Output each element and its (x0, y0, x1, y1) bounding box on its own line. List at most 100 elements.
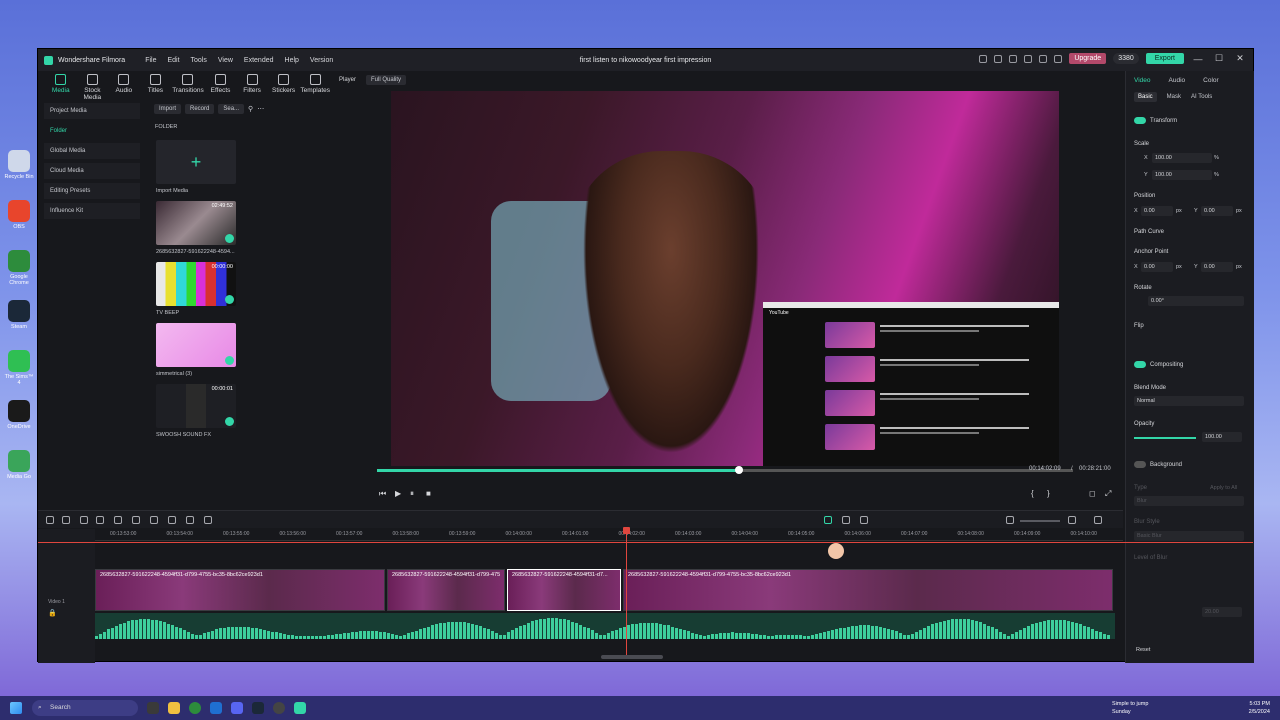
close-button[interactable]: ✕ (1233, 53, 1247, 64)
desktop-icon[interactable]: Media Go (4, 450, 34, 480)
prev-frame-icon[interactable]: ⏮ (379, 489, 386, 499)
filmora-taskbar-icon[interactable] (294, 702, 306, 714)
type-select[interactable]: Blur (1134, 496, 1244, 506)
desktop-icon[interactable]: OBS (4, 200, 34, 230)
tool-transitions[interactable]: Transitions (172, 71, 204, 99)
save-icon[interactable] (1009, 54, 1018, 63)
stop-icon[interactable]: ■ (426, 489, 431, 498)
import-button[interactable]: Import (154, 104, 182, 114)
video-clip[interactable]: 2685632827-591622248-4594ff31-d799-4755-… (387, 569, 505, 611)
menu-edit[interactable]: Edit (167, 57, 179, 64)
subtab-ai-tools[interactable]: AI Tools (1191, 94, 1212, 100)
opacity-slider[interactable] (1134, 437, 1196, 439)
text-icon[interactable] (168, 516, 176, 524)
opacity-field[interactable]: 100.00 (1202, 432, 1242, 442)
scale-x-field[interactable]: 100.00 (1152, 153, 1212, 163)
subtab-mask[interactable]: Mask (1167, 94, 1181, 100)
fullscreen-icon[interactable]: ⤢ (1105, 489, 1111, 499)
menu-tools[interactable]: Tools (191, 57, 207, 64)
filter-icon[interactable]: ⚲ (248, 105, 253, 113)
clock[interactable]: 5:03 PM 2/5/2024 (1249, 700, 1270, 716)
rotate-field[interactable]: 0.00° (1148, 296, 1244, 306)
timeline-ruler[interactable]: 00:13:53:00 00:13:54:00 00:13:55:00 00:13:5… (95, 529, 1123, 541)
transform-toggle[interactable] (1134, 117, 1146, 124)
quality-select[interactable]: Full Quality (366, 75, 407, 85)
store-icon[interactable] (979, 54, 988, 63)
grid-icon[interactable] (1054, 54, 1063, 63)
speed-icon[interactable] (186, 516, 194, 524)
nav-cloud-media[interactable]: Cloud Media (44, 163, 140, 179)
tool-titles[interactable]: Titles (141, 71, 171, 99)
layout-icon[interactable] (1094, 516, 1102, 524)
windows-start-icon[interactable] (10, 702, 22, 714)
desktop-icon[interactable]: Google Chrome (4, 250, 34, 286)
video-clip[interactable]: 2685632827-591622248-4594ff31-d799-4755-… (95, 569, 385, 611)
tool-audio[interactable]: Audio (109, 71, 139, 99)
compositing-toggle[interactable] (1134, 361, 1146, 368)
position-y-field[interactable]: 0.00 (1201, 206, 1233, 216)
task-view-icon[interactable] (147, 702, 159, 714)
nav-editing-presets[interactable]: Editing Presets (44, 183, 140, 199)
credits-badge[interactable]: 3380 (1113, 53, 1139, 64)
playback-scrubber[interactable] (377, 466, 1073, 474)
media-item[interactable]: simmetrical (3) (156, 323, 236, 377)
weather-widget[interactable]: Simple to jump Sunday (1112, 700, 1148, 716)
undo-icon[interactable] (80, 516, 88, 524)
apply-all-button[interactable]: Apply to All (1210, 485, 1237, 491)
lock-icon[interactable]: 🔒 (48, 609, 57, 617)
search-input[interactable]: Sea... (218, 104, 245, 114)
tool-effects[interactable]: Effects (206, 71, 236, 99)
voiceover-icon[interactable] (860, 516, 868, 524)
blur-style-select[interactable]: Basic Blur (1134, 531, 1244, 541)
mark-out-icon[interactable]: } (1047, 489, 1050, 498)
render-icon[interactable] (824, 516, 832, 524)
more-icon[interactable]: ⋯ (257, 105, 264, 113)
tab-video[interactable]: Video (1134, 77, 1151, 84)
snapshot-icon[interactable]: ◻ (1089, 489, 1096, 498)
media-item[interactable]: 00:00:01 SWOOSH SOUND FX (156, 384, 236, 438)
scrubber-handle[interactable] (734, 466, 743, 474)
media-item[interactable]: 00:00:00 TV BEEP (156, 262, 236, 316)
mark-in-icon[interactable]: { (1031, 489, 1034, 498)
blend-mode-select[interactable]: Normal (1134, 396, 1244, 406)
position-x-field[interactable]: 0.00 (1141, 206, 1173, 216)
desktop-icon[interactable]: Steam (4, 300, 34, 330)
play-icon[interactable]: ▶ (395, 489, 401, 498)
zoom-out-icon[interactable] (1006, 516, 1014, 524)
audio-waveform[interactable] (95, 613, 1115, 639)
video-clip[interactable]: 2685632827-591622248-4594ff31-d799-4755-… (623, 569, 1113, 611)
store-app-icon[interactable] (210, 702, 222, 714)
menu-file[interactable]: File (145, 57, 156, 64)
tool-filters[interactable]: Filters (237, 71, 267, 99)
desktop-icon[interactable]: Recycle Bin (4, 150, 34, 180)
redo-icon[interactable] (96, 516, 104, 524)
cloud-icon[interactable] (1024, 54, 1033, 63)
desktop-icon[interactable]: The Sims™ 4 (4, 350, 34, 386)
range-tool-icon[interactable] (62, 516, 70, 524)
monitor-icon[interactable] (994, 54, 1003, 63)
video-clip-selected[interactable]: 2685632827-591622248-4594ff31-d7... (507, 569, 621, 611)
menu-extended[interactable]: Extended (244, 57, 274, 64)
scale-y-field[interactable]: 100.00 (1152, 170, 1212, 180)
anchor-x-field[interactable]: 0.00 (1141, 262, 1173, 272)
nav-influence-kit[interactable]: Influence Kit (44, 203, 140, 219)
minimize-button[interactable]: — (1191, 54, 1205, 64)
tool-stock-media[interactable]: Stock Media (78, 71, 108, 101)
file-explorer-icon[interactable] (168, 702, 180, 714)
tab-audio[interactable]: Audio (1169, 77, 1186, 84)
tool-stickers[interactable]: Stickers (269, 71, 299, 99)
zoom-slider[interactable] (1020, 520, 1060, 522)
record-button[interactable]: Record (185, 104, 215, 114)
chrome-icon[interactable] (189, 702, 201, 714)
delete-icon[interactable] (114, 516, 122, 524)
menu-view[interactable]: View (218, 57, 233, 64)
nav-global-media[interactable]: Global Media (44, 143, 140, 159)
video-preview[interactable]: YouTube (391, 91, 1059, 466)
split-icon[interactable] (132, 516, 140, 524)
menu-version[interactable]: Version (310, 57, 333, 64)
tool-media[interactable]: Media (46, 71, 76, 99)
taskbar-search[interactable]: ⌕ Search (32, 700, 138, 716)
export-button[interactable]: Export (1145, 53, 1184, 64)
crop-icon[interactable] (150, 516, 158, 524)
tool-templates[interactable]: Templates (300, 71, 330, 99)
